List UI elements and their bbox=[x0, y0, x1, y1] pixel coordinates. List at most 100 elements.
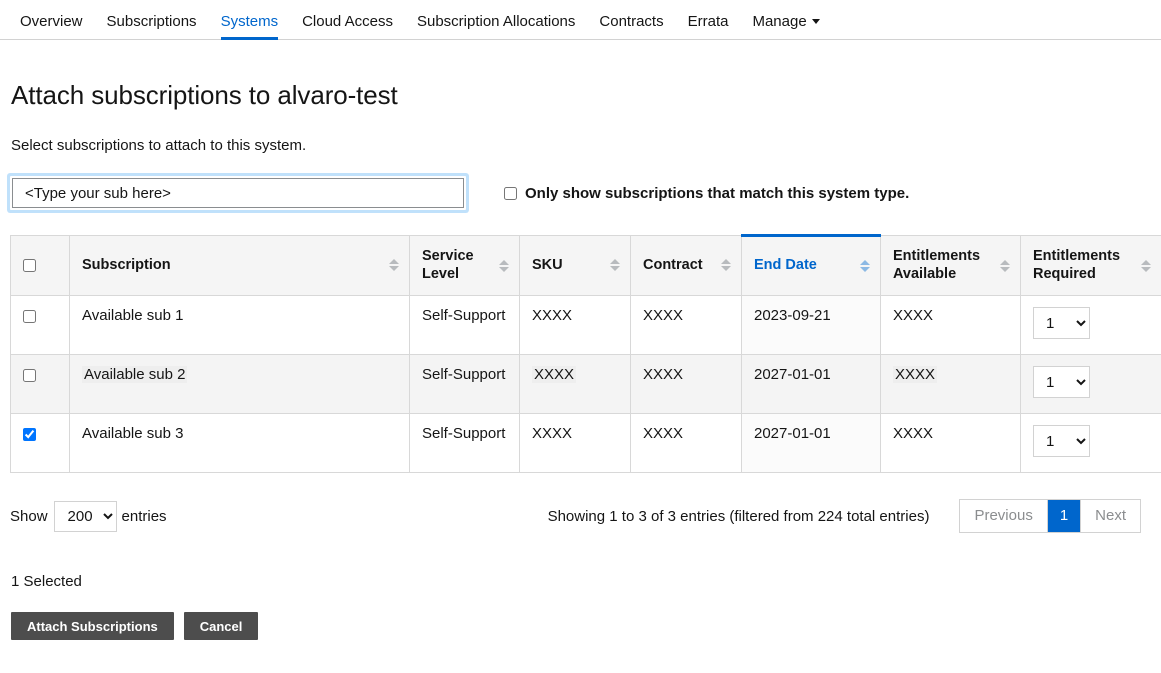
cell-entitlements-required: 12345 bbox=[1020, 354, 1161, 414]
column-header-label: SKU bbox=[532, 256, 563, 273]
nav-item-systems[interactable]: Systems bbox=[209, 13, 291, 40]
nav-item-label: Systems bbox=[220, 13, 279, 30]
chevron-down-icon bbox=[811, 18, 820, 24]
subscriptions-table: Subscription Service Level SKU Contract End … bbox=[10, 234, 1161, 473]
entitlements-required-select[interactable]: 12345 bbox=[1033, 425, 1090, 457]
table-row[interactable]: Available sub 1 Self-Support XXXX XXXX 2023-… bbox=[10, 295, 1161, 355]
column-header-end-date[interactable]: End Date bbox=[741, 234, 881, 296]
column-header-label: Entitlements Required bbox=[1033, 248, 1121, 282]
only-show-matching-checkbox[interactable] bbox=[504, 186, 517, 200]
search-input[interactable] bbox=[12, 178, 464, 208]
entitlements-required-select[interactable]: 12345 bbox=[1033, 366, 1090, 398]
nav-item-label: Subscription Allocations bbox=[416, 13, 576, 30]
table-row[interactable]: Available sub 2 Self-Support XXXX XXXX 2027-… bbox=[10, 354, 1161, 414]
row-select-cell bbox=[10, 354, 70, 414]
nav-item-subscription-allocations[interactable]: Subscription Allocations bbox=[405, 14, 587, 39]
table-head: Subscription Service Level SKU Contract End … bbox=[10, 234, 1161, 296]
show-label: Show bbox=[10, 507, 48, 525]
cell-text: XXXX bbox=[643, 307, 684, 324]
cell-text: 2027-01-01 bbox=[754, 425, 831, 442]
column-header-entitlements-required[interactable]: Entitlements Required bbox=[1020, 235, 1161, 296]
cell-contract: XXXX bbox=[630, 354, 742, 414]
column-header-label: Service Level bbox=[422, 248, 474, 282]
cell-subscription: Available sub 1 bbox=[69, 295, 410, 355]
nav-item-subscriptions[interactable]: Subscriptions bbox=[95, 14, 209, 39]
pagination-next[interactable]: Next bbox=[1081, 500, 1140, 532]
nav-item-errata[interactable]: Errata bbox=[676, 14, 741, 39]
cell-entitlements-available: XXXX bbox=[880, 413, 1021, 473]
cell-text: Available sub 3 bbox=[82, 425, 184, 442]
column-header-label: Subscription bbox=[82, 256, 171, 273]
nav-item-cloud-access[interactable]: Cloud Access bbox=[290, 14, 405, 39]
cell-end-date: 2027-01-01 bbox=[741, 413, 881, 473]
cell-subscription: Available sub 2 bbox=[69, 354, 410, 414]
sort-arrows-icon[interactable] bbox=[1000, 259, 1010, 272]
nav-item-manage[interactable]: Manage bbox=[740, 14, 831, 39]
sort-arrows-icon[interactable] bbox=[860, 259, 870, 272]
page-length-select[interactable]: 102550100200 bbox=[53, 500, 117, 532]
row-select-checkbox[interactable] bbox=[23, 428, 36, 441]
pagination: Previous 1 Next bbox=[959, 499, 1141, 533]
action-buttons: Attach Subscriptions Cancel bbox=[11, 612, 1151, 640]
table-body: Available sub 1 Self-Support XXXX XXXX 2023-… bbox=[10, 295, 1161, 473]
page-subtitle: Select subscriptions to attach to this s… bbox=[11, 137, 307, 154]
attach-subscriptions-button[interactable]: Attach Subscriptions bbox=[11, 612, 174, 640]
cell-contract: XXXX bbox=[630, 413, 742, 473]
cell-service-level: Self-Support bbox=[409, 354, 520, 414]
nav-item-overview[interactable]: Overview bbox=[8, 14, 95, 39]
column-header-label: Entitlements Available bbox=[893, 248, 981, 282]
sort-arrows-icon[interactable] bbox=[499, 259, 509, 272]
cell-subscription: Available sub 3 bbox=[69, 413, 410, 473]
row-select-checkbox[interactable] bbox=[23, 369, 36, 382]
nav-item-label: Errata bbox=[687, 13, 729, 30]
entitlements-required-select[interactable]: 12345 bbox=[1033, 307, 1090, 339]
column-header-label: Contract bbox=[643, 256, 703, 273]
cell-text: 2023-09-21 bbox=[754, 307, 831, 324]
sort-arrows-icon[interactable] bbox=[1141, 259, 1151, 272]
page-title: Attach subscriptions to alvaro-test bbox=[11, 80, 398, 110]
table-header-row: Subscription Service Level SKU Contract End … bbox=[10, 234, 1161, 296]
row-select-checkbox[interactable] bbox=[23, 310, 36, 323]
pagination-previous[interactable]: Previous bbox=[960, 500, 1047, 532]
selected-count: 1 Selected bbox=[11, 573, 82, 590]
column-header-subscription[interactable]: Subscription bbox=[69, 235, 410, 296]
primary-navigation: Overview Subscriptions Systems Cloud Access… bbox=[0, 0, 1161, 40]
cell-sku: XXXX bbox=[519, 295, 631, 355]
showing-entries-info: Showing 1 to 3 of 3 entries (filtered fr… bbox=[547, 507, 930, 525]
column-header-service-level[interactable]: Service Level bbox=[409, 235, 520, 296]
page-length-control: Show 102550100200 entries bbox=[10, 500, 167, 532]
cancel-button[interactable]: Cancel bbox=[183, 612, 259, 640]
nav-item-contracts[interactable]: Contracts bbox=[587, 14, 675, 39]
sort-arrows-icon[interactable] bbox=[721, 259, 731, 272]
nav-item-label: Cloud Access bbox=[302, 13, 393, 30]
row-select-cell bbox=[10, 295, 70, 355]
cell-text: XXXX bbox=[893, 307, 934, 324]
cell-service-level: Self-Support bbox=[409, 295, 520, 355]
cell-text: Available sub 2 bbox=[84, 366, 186, 383]
filter-row: Only show subscriptions that match this … bbox=[10, 176, 1151, 210]
column-header-contract[interactable]: Contract bbox=[630, 235, 742, 296]
cell-text: XXXX bbox=[643, 366, 684, 383]
cell-entitlements-required: 12345 bbox=[1020, 295, 1161, 355]
cell-sku: XXXX bbox=[519, 413, 631, 473]
cell-text: 2027-01-01 bbox=[754, 366, 831, 383]
cell-text: XXXX bbox=[534, 366, 575, 383]
table-row[interactable]: Available sub 3 Self-Support XXXX XXXX 2027-… bbox=[10, 413, 1161, 473]
sort-arrows-icon[interactable] bbox=[610, 259, 620, 272]
search-input-wrapper bbox=[10, 176, 466, 210]
only-show-matching-label[interactable]: Only show subscriptions that match this … bbox=[525, 185, 909, 202]
column-header-entitlements-available[interactable]: Entitlements Available bbox=[880, 235, 1021, 296]
select-all-checkbox[interactable] bbox=[23, 258, 36, 272]
sort-arrows-icon[interactable] bbox=[389, 259, 399, 272]
cell-end-date: 2023-09-21 bbox=[741, 295, 881, 355]
cell-text: XXXX bbox=[532, 425, 573, 442]
cell-text: Available sub 1 bbox=[82, 307, 184, 324]
table-footer: Show 102550100200 entries Showing 1 to 3… bbox=[10, 499, 1151, 533]
row-select-cell bbox=[10, 413, 70, 473]
cell-text: XXXX bbox=[895, 366, 936, 383]
pagination-page-1[interactable]: 1 bbox=[1046, 500, 1082, 532]
cell-end-date: 2027-01-01 bbox=[741, 354, 881, 414]
select-all-header-cell bbox=[10, 235, 70, 296]
entries-label: entries bbox=[121, 507, 167, 525]
column-header-sku[interactable]: SKU bbox=[519, 235, 631, 296]
